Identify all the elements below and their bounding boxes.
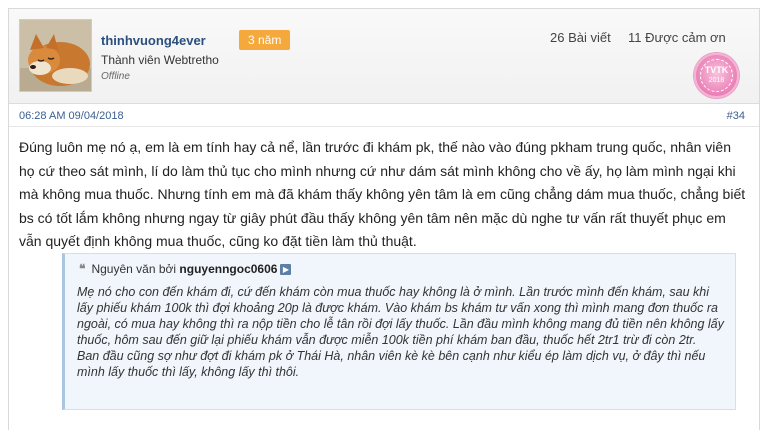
post-header: thinhvuong4ever 3 năm Thành viên Webtret… xyxy=(9,9,759,104)
quote-paragraph: Mẹ nó cho con đến khám đi, cứ đến khám c… xyxy=(77,285,724,347)
view-post-arrow-icon[interactable]: ▶ xyxy=(280,264,292,276)
quote-content: Mẹ nó cho con đến khám đi, cứ đến khám c… xyxy=(77,284,727,380)
quote-paragraph: Ban đầu cũng sợ như đợt đi khám pk ở Thá… xyxy=(77,349,706,379)
tvtk-award-badge: TVTK 2018 xyxy=(694,53,739,98)
post-datetime: 06:28 AM 09/04/2018 xyxy=(19,110,124,122)
user-rank: Thành viên Webtretho xyxy=(101,53,219,67)
quote-author[interactable]: nguyenngoc0606 xyxy=(179,262,277,276)
quote-block: ❝ Nguyên văn bởi nguyenngoc0606 ▶ Mẹ nó ch… xyxy=(62,253,736,410)
post-meta-bar: 06:28 AM 09/04/2018 #34 xyxy=(9,105,759,127)
quote-prefix: Nguyên văn bởi xyxy=(91,262,177,276)
badge-title: TVTK xyxy=(704,65,729,75)
user-avatar[interactable] xyxy=(19,19,92,92)
badge-year: 2018 xyxy=(708,77,725,84)
forum-post: thinhvuong4ever 3 năm Thành viên Webtret… xyxy=(8,8,760,430)
membership-years-badge: 3 năm xyxy=(239,30,291,50)
post-count[interactable]: 26 Bài viết xyxy=(550,30,611,45)
badge-ring xyxy=(700,59,733,92)
post-body: Đúng luôn mẹ nó ạ, em là em tính hay cả … xyxy=(19,139,746,249)
thanks-count[interactable]: 11 Được cảm ơn xyxy=(628,30,726,45)
username-link[interactable]: thinhvuong4ever xyxy=(101,33,206,48)
dog-avatar-icon xyxy=(20,20,91,91)
online-status: Offline xyxy=(101,71,130,82)
quote-header: ❝ Nguyên văn bởi nguyenngoc0606 ▶ xyxy=(79,262,292,276)
quote-mark-icon: ❝ xyxy=(79,262,86,276)
post-permalink[interactable]: #34 xyxy=(727,110,745,122)
